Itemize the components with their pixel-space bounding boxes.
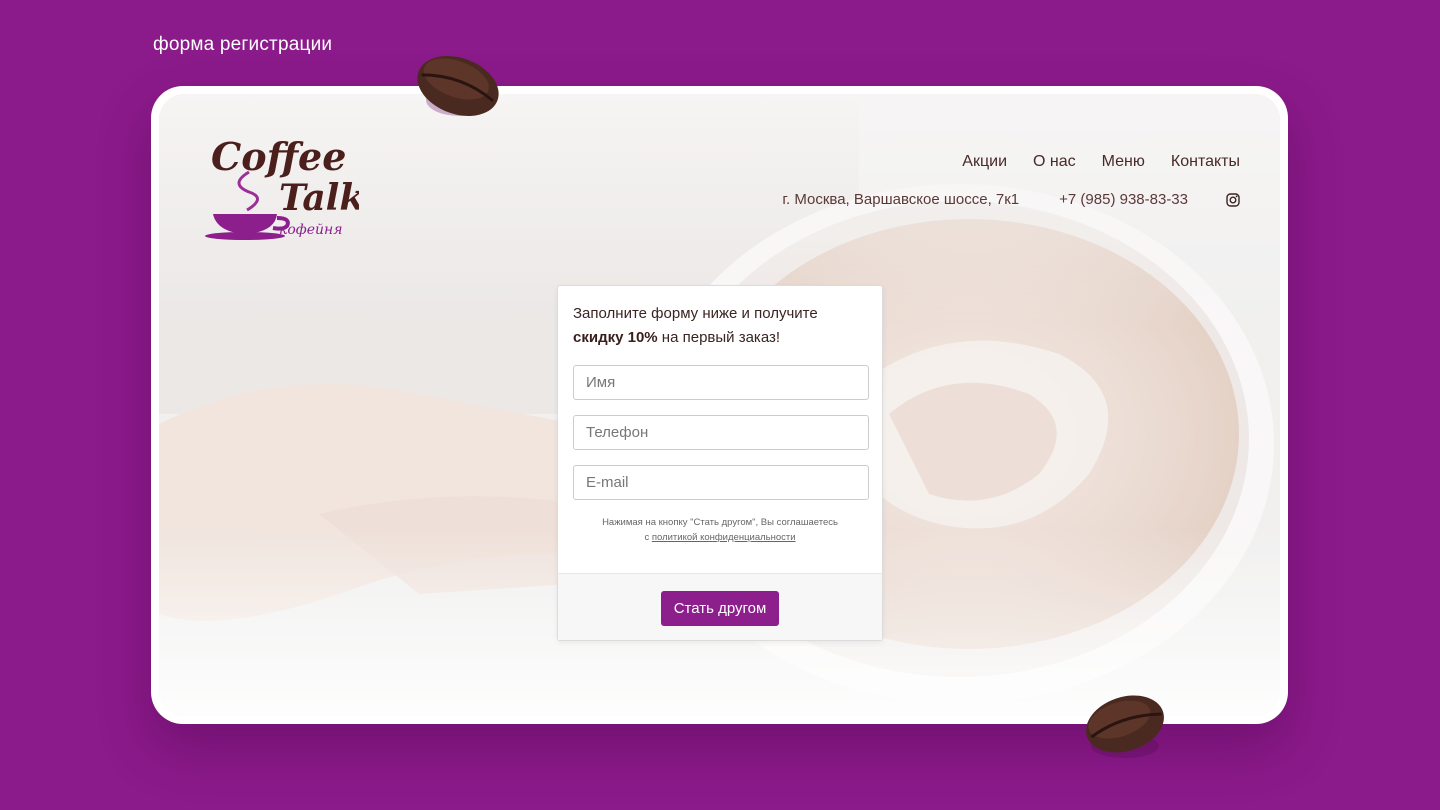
form-title: Заполните форму ниже и получите скидку 1… xyxy=(573,302,867,350)
logo-text-talk: Talk xyxy=(279,177,359,219)
phone-number[interactable]: +7 (985) 938-83-33 xyxy=(1059,191,1188,208)
form-footer: Стать другом xyxy=(558,573,882,640)
landing-page: Coffee & Talk кофейня Акции О нас Меню К… xyxy=(159,94,1280,716)
form-title-discount: скидку 10% xyxy=(573,329,658,346)
nav-item-o-nas[interactable]: О нас xyxy=(1033,153,1076,171)
logo-text-kofeynya: кофейня xyxy=(279,222,343,238)
consent-text: Нажимая на кнопку "Стать другом", Вы сог… xyxy=(602,517,838,528)
phone-input[interactable] xyxy=(573,415,869,450)
email-input[interactable] xyxy=(573,465,869,500)
coffee-bean-decoration xyxy=(1086,695,1164,758)
name-input[interactable] xyxy=(573,365,869,400)
contact-bar: г. Москва, Варшавское шоссе, 7к1 +7 (985… xyxy=(782,191,1240,208)
instagram-icon[interactable] xyxy=(1226,192,1240,207)
consent-prefix: с xyxy=(644,532,652,543)
become-friend-button[interactable]: Стать другом xyxy=(660,590,780,626)
main-navigation: Акции О нас Меню Контакты xyxy=(962,153,1240,171)
privacy-policy-link[interactable]: политикой конфиденциальности xyxy=(652,532,796,543)
registration-form: Заполните форму ниже и получите скидку 1… xyxy=(557,285,883,641)
coffee-talk-logo[interactable]: Coffee & Talk кофейня xyxy=(199,122,359,242)
nav-item-kontakty[interactable]: Контакты xyxy=(1171,153,1240,171)
nav-item-menu[interactable]: Меню xyxy=(1102,153,1145,171)
form-title-tail: на первый заказ! xyxy=(657,329,781,346)
logo-text-coffee: Coffee & xyxy=(211,134,359,179)
coffee-bean-decoration xyxy=(417,56,499,116)
consent-note: Нажимая на кнопку "Стать другом", Вы сог… xyxy=(573,515,867,545)
slide-caption: форма регистрации xyxy=(153,34,333,55)
form-title-line1: Заполните форму ниже и получите xyxy=(573,305,818,322)
address-text: г. Москва, Варшавское шоссе, 7к1 xyxy=(782,191,1020,208)
nav-item-aktsii[interactable]: Акции xyxy=(962,153,1007,171)
browser-frame: Coffee & Talk кофейня Акции О нас Меню К… xyxy=(151,86,1288,724)
